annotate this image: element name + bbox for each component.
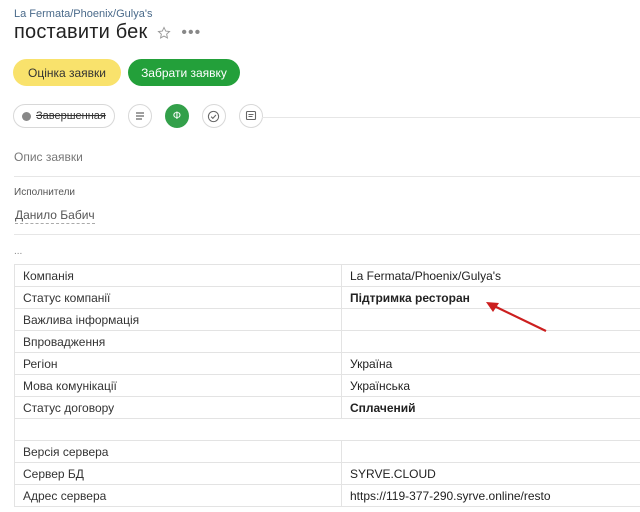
rate-request-button[interactable]: Оцінка заявки xyxy=(13,59,121,86)
row-value: Україна xyxy=(341,352,640,375)
row-value xyxy=(341,418,640,441)
status-dot-icon xyxy=(22,111,31,121)
more-icon[interactable]: ••• xyxy=(181,24,201,41)
row-value: SYRVE.CLOUD xyxy=(341,462,640,485)
status-toolbar: Завершенная Ф xyxy=(13,104,263,128)
comment-icon[interactable] xyxy=(238,104,263,128)
table-row: Мова комунікації Українська xyxy=(14,374,640,397)
star-icon[interactable] xyxy=(157,25,172,40)
row-value xyxy=(341,440,640,463)
row-key: Статус договору xyxy=(14,396,342,419)
divider xyxy=(262,117,640,118)
row-key: Сервер БД xyxy=(14,462,342,485)
company-link[interactable]: La Fermata/Phoenix/Gulya's xyxy=(341,264,640,287)
server-address-link[interactable]: https://119-377-290.syrve.online/resto xyxy=(341,484,640,507)
table-row: Версія сервера xyxy=(14,440,640,463)
page-title: поставити бек xyxy=(14,21,148,43)
list-icon[interactable] xyxy=(127,104,152,128)
divider xyxy=(14,234,640,235)
row-key xyxy=(14,418,342,441)
table-row: Сервер БД SYRVE.CLOUD xyxy=(14,462,640,485)
ellipsis: ... xyxy=(14,246,23,257)
executors-label: Исполнители xyxy=(14,187,76,198)
row-key: Компанія xyxy=(14,264,342,287)
annotation-arrow-icon xyxy=(486,302,547,332)
executor-name[interactable]: Данило Бабич xyxy=(15,208,95,224)
table-row xyxy=(14,418,640,441)
row-key: Мова комунікації xyxy=(14,374,342,397)
table-row: Регіон Україна xyxy=(14,352,640,375)
table-row: Статус договору Сплачений xyxy=(14,396,640,419)
row-value: Українська xyxy=(341,374,640,397)
phoenix-badge-label: Ф xyxy=(172,110,182,122)
status-badge[interactable]: Завершенная xyxy=(13,104,115,128)
divider xyxy=(14,176,640,177)
row-key: Адрес сервера xyxy=(14,484,342,507)
row-key: Статус компанії xyxy=(14,286,342,309)
check-circle-icon[interactable] xyxy=(201,104,226,128)
breadcrumb[interactable]: La Fermata/Phoenix/Gulya's xyxy=(14,8,152,20)
row-key: Регіон xyxy=(14,352,342,375)
row-value: Сплачений xyxy=(341,396,640,419)
table-row: Адрес сервера https://119-377-290.syrve.… xyxy=(14,484,640,507)
row-key: Впровадження xyxy=(14,330,342,353)
status-label: Завершенная xyxy=(36,110,106,122)
phoenix-badge-button[interactable]: Ф xyxy=(164,104,189,128)
description-label: Опис заявки xyxy=(14,150,83,164)
title-row: поставити бек ••• xyxy=(14,21,201,44)
row-key: Важлива інформація xyxy=(14,308,342,331)
take-request-button[interactable]: Забрати заявку xyxy=(128,59,240,86)
table-row: Компанія La Fermata/Phoenix/Gulya's xyxy=(14,264,640,287)
row-key: Версія сервера xyxy=(14,440,342,463)
